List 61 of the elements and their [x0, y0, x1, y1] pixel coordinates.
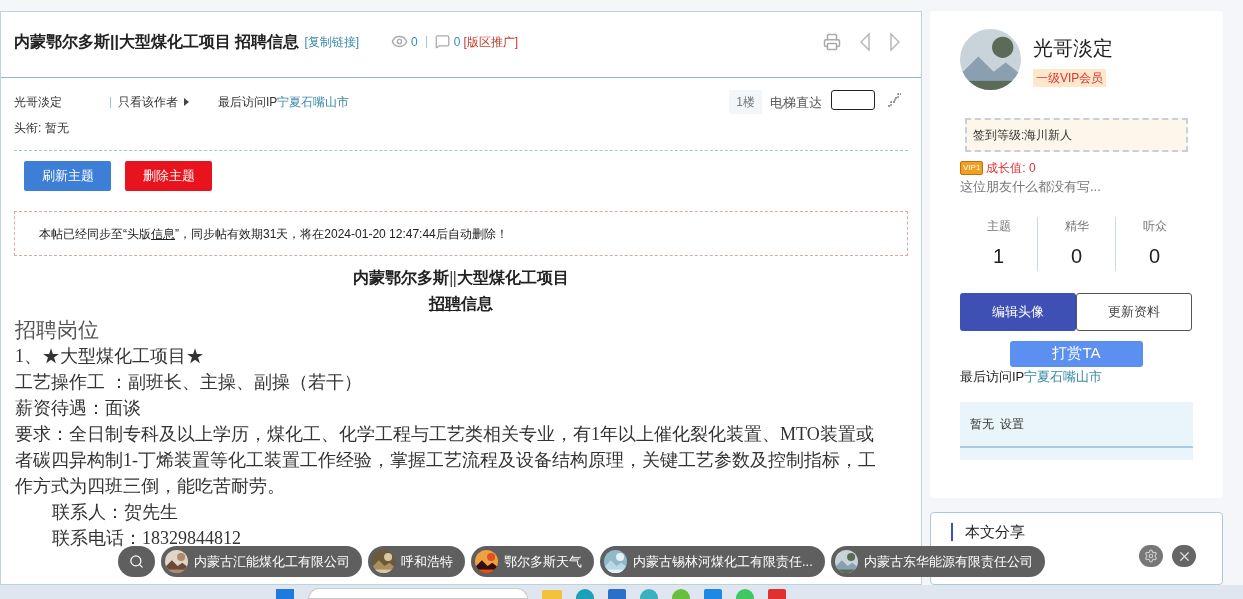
notice-text: 本帖已经同步至“头版信息”，同步帖有效期31天，将在2024-01-20 12:47:44后自动删除！: [39, 225, 508, 243]
start-icon[interactable]: [276, 589, 294, 599]
profile-name: 光哥淡定: [1033, 35, 1113, 61]
share-title: 本文分享: [965, 522, 1025, 542]
stat-label: 精华: [1064, 217, 1089, 235]
stat-label: 主题: [986, 217, 1011, 235]
article-paragraph: 要求：全日制专科及以上学历，煤化工、化学工程与工艺类相关专业，有1年以上催化裂化装置、MTO装置或者碳四异构制1-丁烯装置等化工装置工作经验，掌握工艺流程及设备结构原理，关键工艺参数及控制指标，工作方式为四班三倒，能吃苦耐劳。: [15, 423, 877, 498]
article-paragraph: 1、★大型煤化工项目★: [15, 345, 205, 368]
floor-input[interactable]: [831, 90, 875, 110]
search-icon: [129, 554, 144, 569]
stairs-icon[interactable]: [887, 93, 902, 107]
caret-icon: [184, 98, 189, 106]
views-icon: [391, 33, 409, 50]
checkin-level: 签到等级:海川新人: [965, 118, 1188, 152]
accent-bar: [951, 523, 953, 541]
author-name[interactable]: 光哥淡定: [14, 93, 110, 111]
vip-badge: VIP1: [960, 161, 984, 175]
search-chip[interactable]: 鄂尔多斯天气: [471, 546, 594, 577]
article-subheading: 招聘信息: [429, 295, 493, 312]
vip-label: 一级VIP会员: [1033, 68, 1107, 87]
floor-number: 1楼: [729, 90, 762, 114]
search-chip[interactable]: 内蒙古东华能源有限责任公司: [830, 546, 1045, 577]
article-heading: 内蒙鄂尔多斯||大型煤化工项目: [352, 268, 570, 289]
action-button[interactable]: 刷新主题: [24, 161, 111, 191]
article-paragraph: 工艺操作工 ：副班长、主操、副操（若干）: [15, 371, 363, 394]
title-label: 头衔:: [14, 120, 42, 137]
copy-link[interactable]: [复制链接]: [304, 32, 360, 51]
profile-last-ip: 最后访问IP宁夏石嘴山市: [960, 367, 1104, 386]
only-author-link[interactable]: 只看该作者: [118, 93, 178, 111]
previous-icon[interactable]: [859, 31, 871, 52]
replies-count: 0: [453, 33, 461, 51]
print-icon[interactable]: [823, 32, 841, 51]
heading-link[interactable]: 招聘: [429, 295, 461, 312]
next-icon[interactable]: [889, 31, 901, 52]
promote-link[interactable]: [版区推广]: [463, 32, 519, 51]
search-chip[interactable]: 内蒙古汇能煤化工有限公司: [161, 546, 362, 577]
notice-link[interactable]: 信息: [151, 226, 175, 241]
stat-label: 听众: [1142, 217, 1167, 235]
title-value: 暂无: [45, 120, 70, 137]
profile-button[interactable]: 编辑头像: [960, 292, 1076, 331]
replies-icon: [434, 34, 450, 49]
post-title: 内蒙鄂尔多斯||大型煤化工项目 招聘信息: [14, 31, 300, 52]
profile-button[interactable]: 更新资料: [1076, 292, 1192, 331]
settings-link[interactable]: 设置: [1000, 415, 1024, 433]
stat-value: 1: [992, 243, 1005, 269]
stat-value: 0: [1070, 243, 1083, 269]
status-text: 暂无: [970, 416, 994, 433]
article-paragraph: 联系人：贺先生: [51, 501, 179, 524]
article-paragraph: 薪资待遇：面谈: [15, 397, 142, 420]
bio-text: 这位朋友什么都没有写...: [960, 178, 1102, 196]
article-paragraph: 招聘岗位: [15, 317, 100, 343]
jump-label: 电梯直达: [770, 94, 822, 112]
views-count: 0: [411, 33, 418, 51]
action-button[interactable]: 删除主题: [125, 161, 212, 191]
growth-value: 成长值: 0: [986, 160, 1036, 177]
stat-value: 0: [1148, 243, 1161, 269]
search-chip[interactable]: 内蒙古锡林河煤化工有限责任...: [600, 546, 825, 577]
search-chip[interactable]: 呼和浩特: [368, 546, 465, 577]
folder-icon[interactable]: [542, 590, 562, 599]
last-ip: 最后访问IP宁夏石嘴山市: [218, 94, 350, 111]
settings-icon: [1144, 549, 1158, 563]
